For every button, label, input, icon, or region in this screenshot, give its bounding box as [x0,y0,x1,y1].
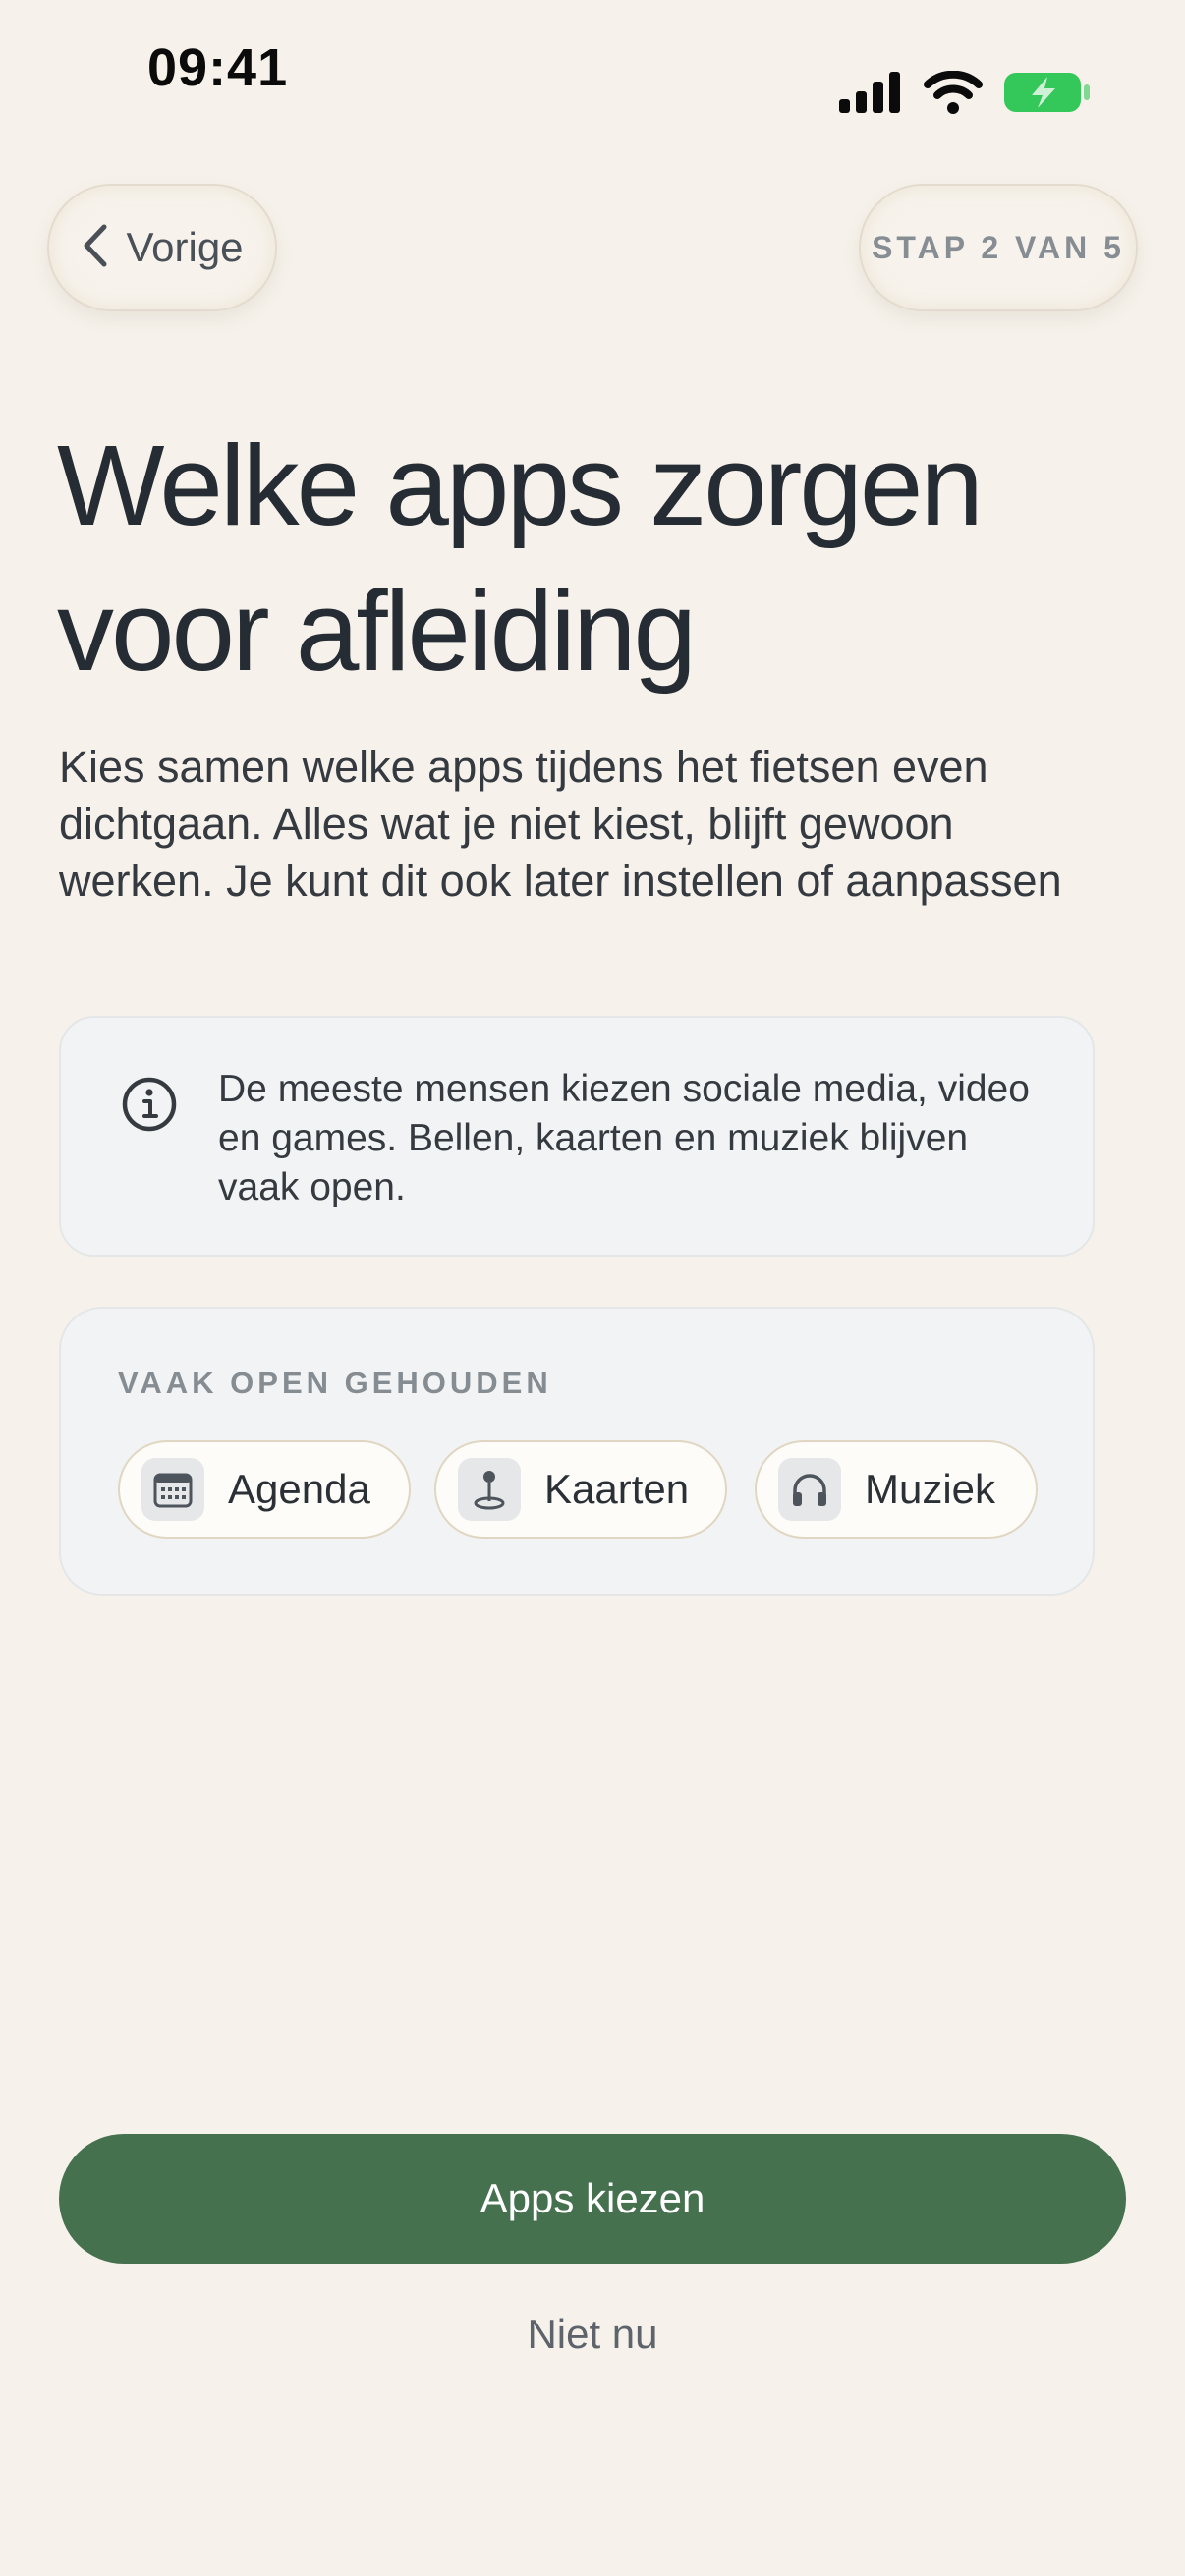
step-label: STAP 2 VAN 5 [872,229,1125,265]
page-description: Kies samen welke apps tijdens het fietse… [59,742,1062,906]
often-open-heading: VAAK OPEN GEHOUDEN [118,1366,552,1400]
often-open-card: VAAK OPEN GEHOUDEN Agenda Kaarten Muziek [59,1307,1095,1596]
step-indicator: STAP 2 VAN 5 [859,184,1138,311]
cellular-signal-icon [839,72,902,118]
status-time: 09:41 [147,38,289,97]
info-card: De meeste mensen kiezen sociale media, v… [59,1016,1095,1257]
calendar-icon [141,1458,204,1521]
chip-muziek[interactable]: Muziek [755,1440,1038,1539]
chevron-left-icon [81,223,110,273]
chip-agenda[interactable]: Agenda [118,1440,411,1539]
headphones-icon [778,1458,841,1521]
map-pin-icon [458,1458,521,1521]
page-title: Welke apps zorgen voor afleiding [57,421,984,695]
battery-charging-icon [1004,71,1091,119]
chip-label: Agenda [228,1466,370,1512]
not-now-link[interactable]: Niet nu [0,2311,1185,2358]
status-icons [839,70,1091,119]
info-text: De meeste mensen kiezen sociale media, v… [218,1068,1030,1208]
chip-label: Muziek [865,1466,996,1512]
back-label: Vorige [126,224,244,270]
choose-apps-button[interactable]: Apps kiezen [59,2134,1126,2264]
info-icon [120,1075,179,1139]
chip-label: Kaarten [544,1466,690,1512]
choose-apps-label: Apps kiezen [480,2175,705,2221]
back-button[interactable]: Vorige [47,184,277,311]
chip-kaarten[interactable]: Kaarten [434,1440,727,1539]
wifi-icon [924,70,983,119]
